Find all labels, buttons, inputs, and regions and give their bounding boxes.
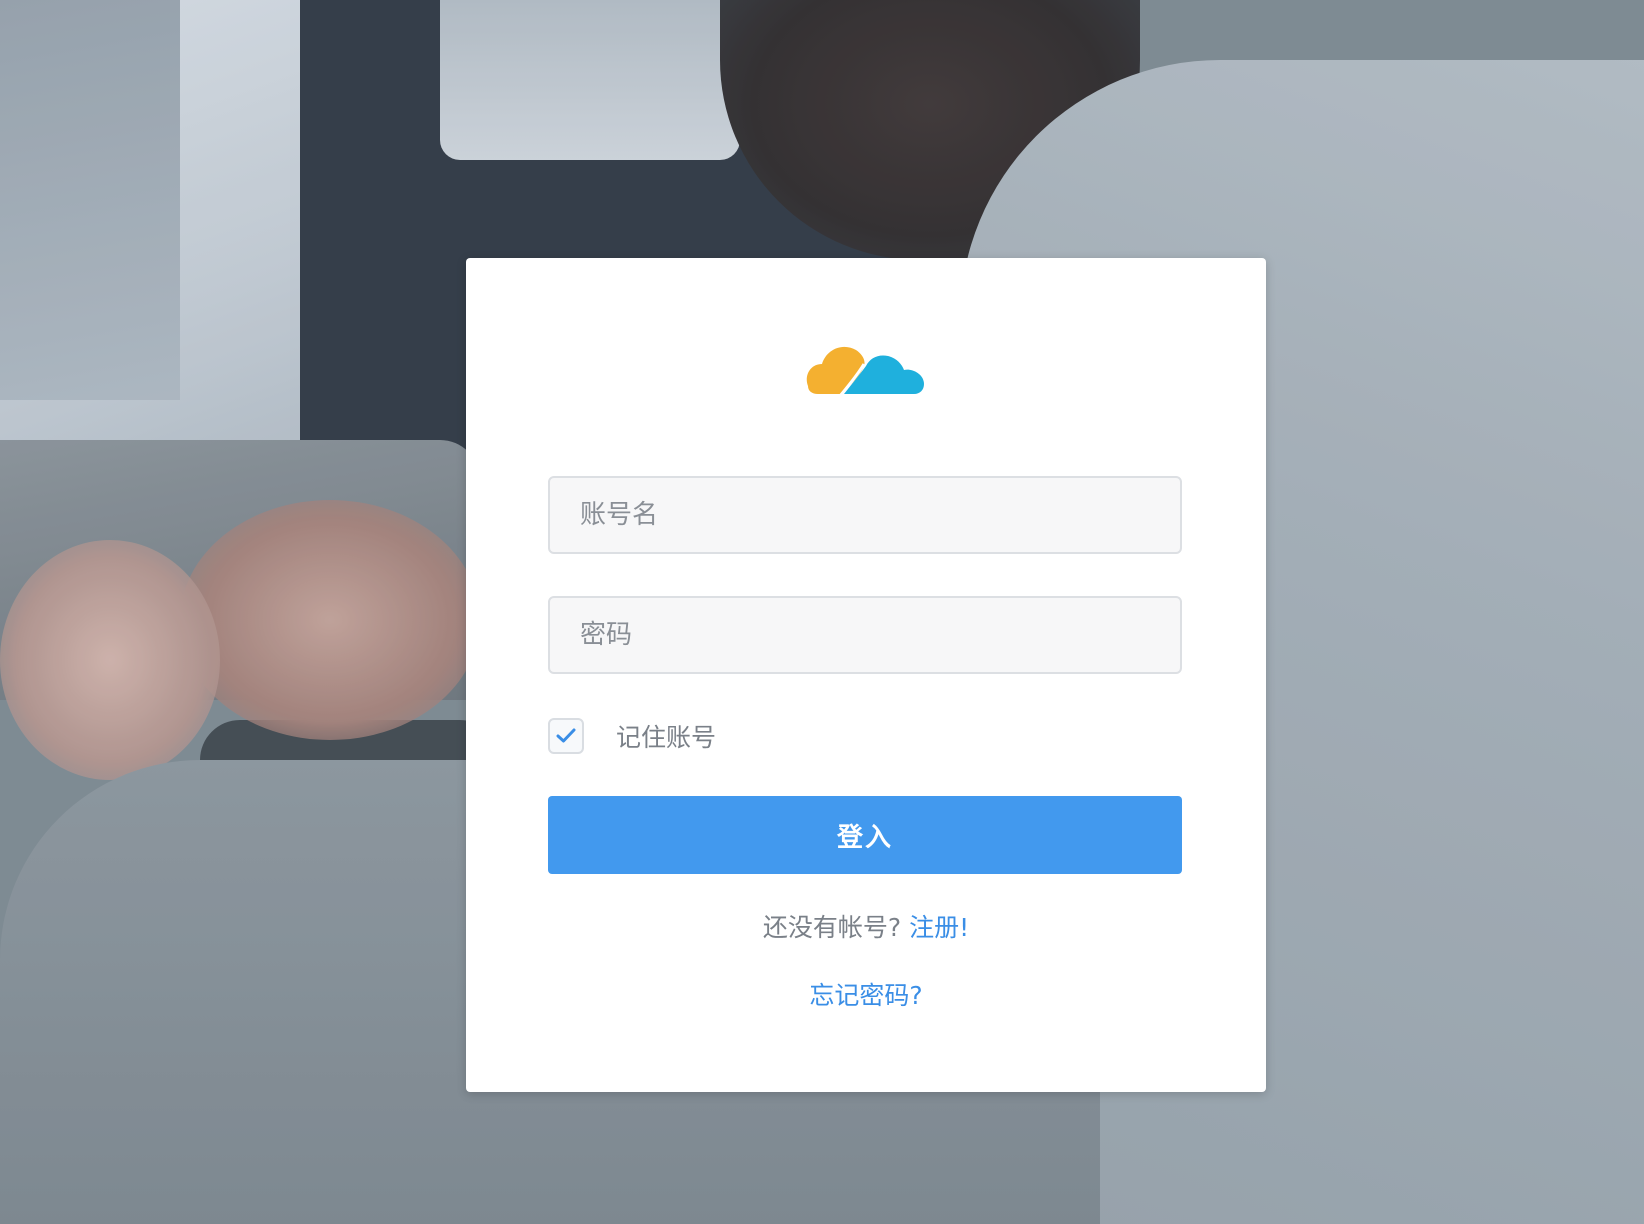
remember-account-checkbox[interactable]	[548, 718, 584, 754]
signup-prompt: 还没有帐号? 注册!	[466, 908, 1266, 944]
signup-prompt-text: 还没有帐号?	[762, 913, 902, 942]
remember-account-label: 记住账号	[616, 723, 717, 752]
remember-account-row: 记住账号	[548, 716, 716, 756]
login-card: 记住账号 登入 还没有帐号? 注册! 忘记密码?	[466, 258, 1266, 1092]
cloud-logo-icon	[806, 346, 924, 397]
signup-link[interactable]: 注册!	[909, 913, 969, 942]
password-input[interactable]	[548, 596, 1182, 674]
checkmark-icon	[556, 728, 576, 743]
login-button[interactable]: 登入	[548, 796, 1182, 874]
username-input[interactable]	[548, 476, 1182, 554]
forgot-password-link[interactable]: 忘记密码?	[809, 981, 922, 1010]
forgot-password-row: 忘记密码?	[466, 976, 1266, 1012]
